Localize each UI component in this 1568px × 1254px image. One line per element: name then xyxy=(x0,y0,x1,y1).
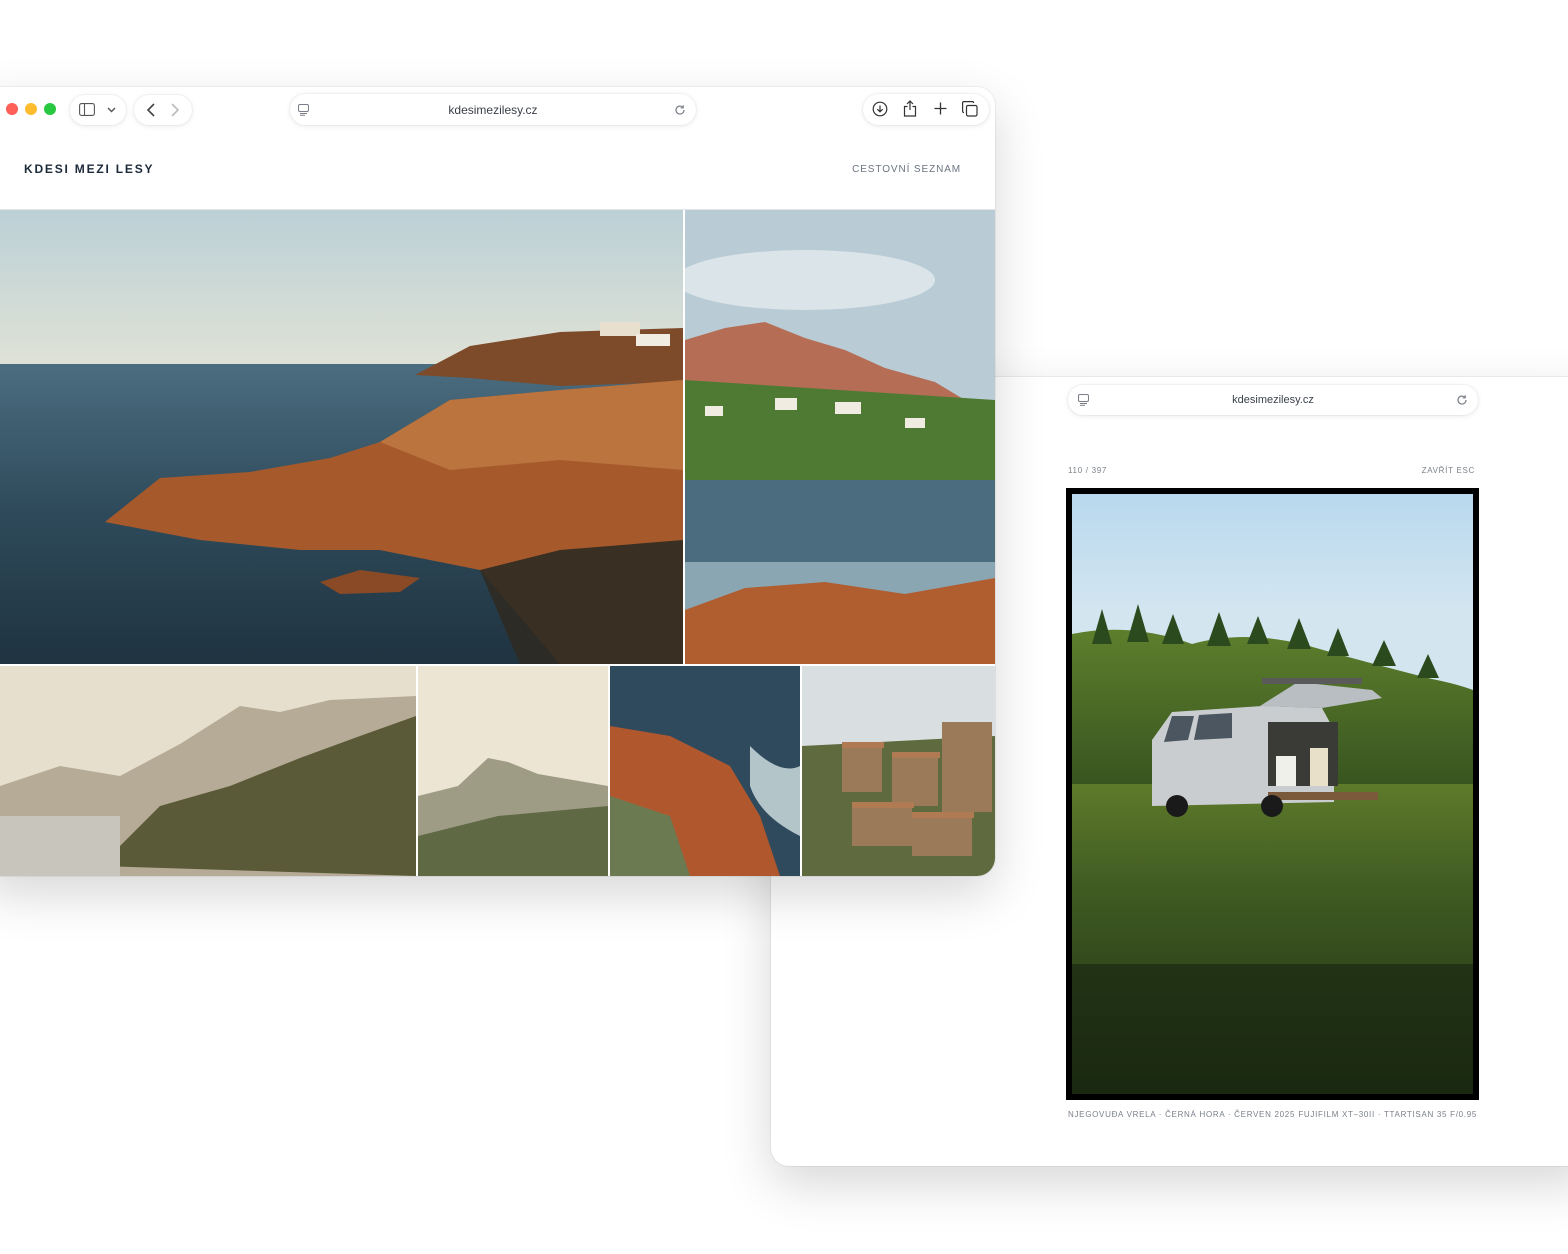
zoom-window-button[interactable] xyxy=(44,103,56,115)
lightbox-photo-frame xyxy=(1066,488,1479,1100)
chevron-down-icon[interactable] xyxy=(107,107,116,113)
lightbox-photo[interactable] xyxy=(1072,494,1473,1094)
gallery-photo[interactable] xyxy=(802,666,995,876)
address-text: kdesimezilesy.cz xyxy=(1232,394,1314,406)
gallery-browser-window: kdesimezilesy.cz KDESI MEZI LESY CESTOVN… xyxy=(0,87,995,876)
reload-icon[interactable] xyxy=(674,104,686,116)
gallery-photo[interactable] xyxy=(610,666,800,876)
forward-arrow-icon[interactable] xyxy=(171,103,179,117)
photo-camera-caption: FUJIFILM XT–30II · TTARTISAN 35 F/0.95 xyxy=(1298,1110,1477,1119)
sidebar-toggle[interactable] xyxy=(70,95,126,125)
share-icon[interactable] xyxy=(903,100,917,117)
browser-toolbar: kdesimezilesy.cz xyxy=(0,87,995,131)
photo-location-caption: NJEGOVUĐA VRELA · ČERNÁ HORA · ČERVEN 20… xyxy=(1068,1110,1296,1119)
site-brand[interactable]: KDESI MEZI LESY xyxy=(24,162,154,176)
gallery-photo[interactable] xyxy=(418,666,608,876)
close-lightbox-button[interactable]: ZAVŘÍT ESC xyxy=(1422,466,1475,475)
gallery-photo[interactable] xyxy=(0,210,683,664)
back-arrow-icon[interactable] xyxy=(147,103,155,117)
gallery-photo[interactable] xyxy=(685,210,995,664)
photo-counter: 110 / 397 xyxy=(1068,466,1108,475)
history-nav xyxy=(134,95,192,125)
address-bar[interactable]: kdesimezilesy.cz xyxy=(290,94,696,125)
address-bar[interactable]: kdesimezilesy.cz xyxy=(1068,385,1478,415)
tabs-overview-icon[interactable] xyxy=(962,101,978,117)
sidebar-icon xyxy=(79,103,95,116)
new-tab-icon[interactable] xyxy=(934,102,947,115)
minimize-window-button[interactable] xyxy=(25,103,37,115)
address-text: kdesimezilesy.cz xyxy=(448,102,538,117)
page-actions xyxy=(863,94,989,125)
site-header: KDESI MEZI LESY CESTOVNÍ SEZNAM xyxy=(0,131,995,210)
gallery-photo[interactable] xyxy=(0,666,416,876)
download-icon[interactable] xyxy=(872,101,888,117)
close-window-button[interactable] xyxy=(6,103,18,115)
reload-icon[interactable] xyxy=(1456,394,1468,406)
travel-list-link[interactable]: CESTOVNÍ SEZNAM xyxy=(852,164,961,175)
